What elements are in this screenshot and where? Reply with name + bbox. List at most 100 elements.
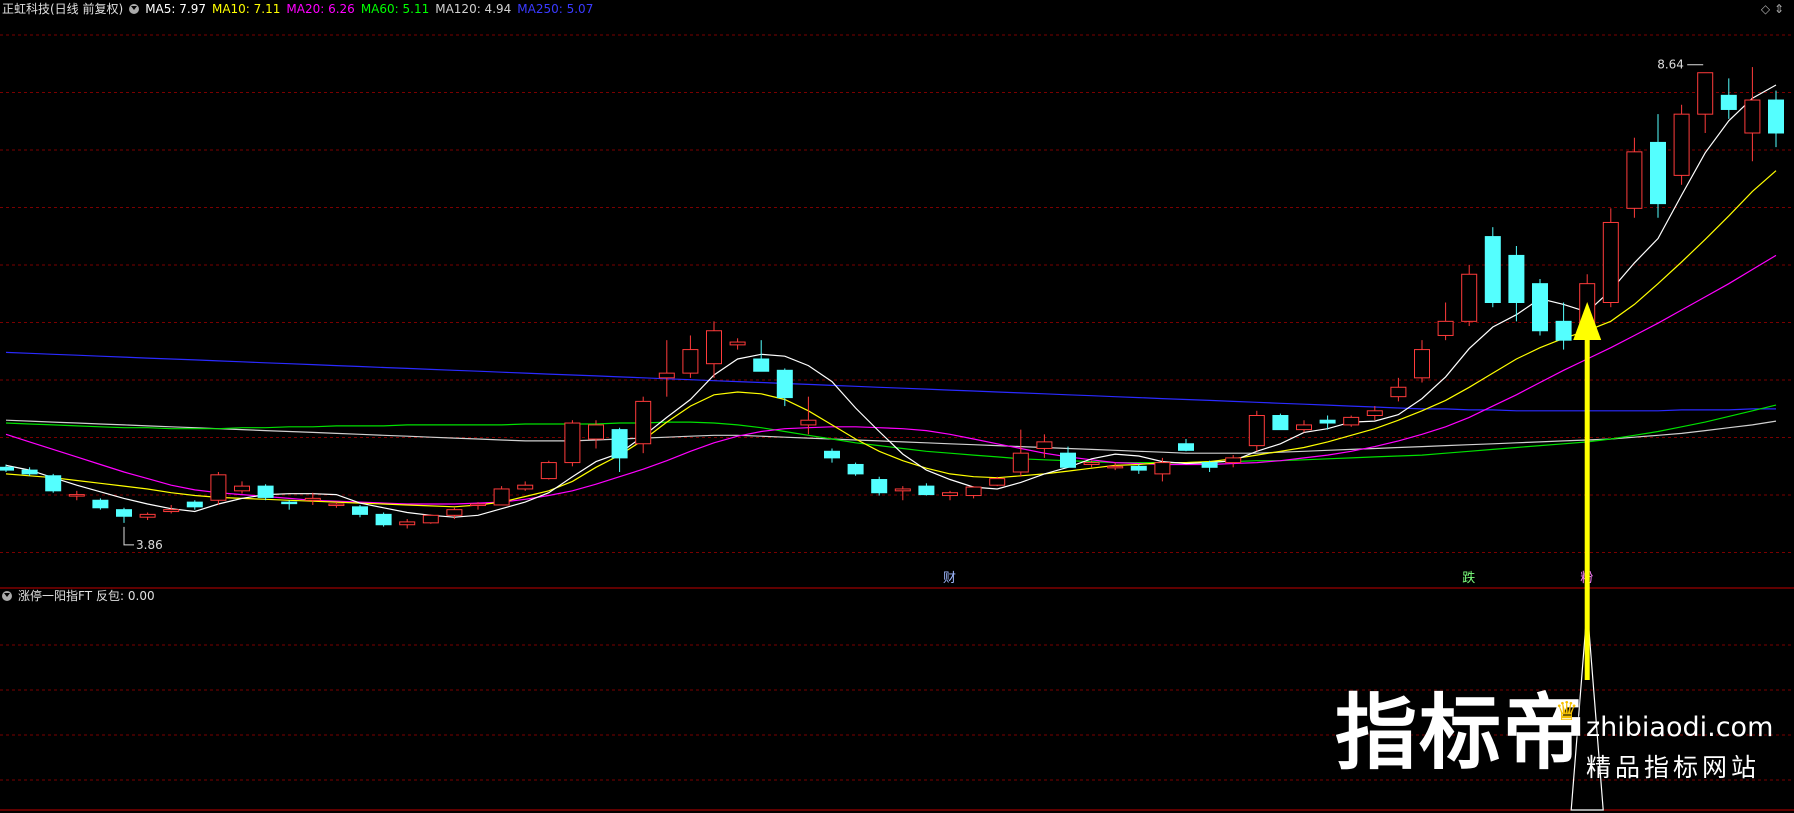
- candle-down: [918, 485, 935, 496]
- candle-up: [1626, 151, 1643, 209]
- candle-down: [352, 506, 368, 515]
- candle-up: [1697, 72, 1714, 115]
- candle-up: [1248, 415, 1265, 447]
- candle-up: [1107, 465, 1124, 469]
- candle-down: [1508, 254, 1525, 304]
- candle-up: [1437, 320, 1454, 336]
- candle-up: [1414, 349, 1430, 379]
- candle-up: [942, 492, 958, 497]
- candle-up: [729, 341, 746, 346]
- candle-up: [234, 485, 250, 492]
- diamond-icon[interactable]: ◇: [1761, 2, 1770, 16]
- candle-down: [1555, 320, 1572, 341]
- candle-down: [186, 501, 203, 508]
- candle-down: [847, 463, 864, 475]
- candle-up: [422, 514, 439, 524]
- ma10-line: [5, 170, 1777, 508]
- candle-up: [564, 422, 581, 464]
- main-chart-header: 正虹科技(日线 前复权) MA5: 7.97 MA10: 7.11 MA20: 6.2…: [2, 1, 599, 17]
- candle-down: [1319, 419, 1336, 424]
- ma250-label: MA250: 5.07: [517, 2, 594, 16]
- candle-up: [304, 497, 321, 501]
- candle-down: [824, 450, 840, 459]
- watermark-subtitle: 精品指标网站: [1586, 753, 1761, 782]
- candle-up: [493, 488, 510, 506]
- indicator-value: 反包: 0.00: [96, 589, 155, 603]
- candle-down: [1178, 443, 1194, 451]
- candle-up: [658, 372, 675, 379]
- watermark-url: zhibiaodi.com: [1586, 712, 1774, 743]
- candle-down: [611, 429, 628, 459]
- high-price-label: 8.64: [1657, 58, 1684, 72]
- candle-up: [1012, 452, 1029, 473]
- candle-up: [517, 484, 534, 490]
- candle-up: [1343, 416, 1360, 426]
- candle-down: [92, 499, 109, 509]
- candle-up: [1602, 221, 1619, 303]
- candle-up: [1390, 386, 1407, 398]
- ma120-label: MA120: 4.94: [435, 2, 512, 16]
- candle-up: [1296, 424, 1312, 431]
- candle-up: [989, 478, 1006, 486]
- candle-down: [1720, 94, 1737, 110]
- candle-down: [1272, 415, 1289, 431]
- candle-up: [399, 521, 416, 526]
- window-tools[interactable]: ◇ ⇕: [1761, 2, 1784, 16]
- candle-up: [635, 400, 652, 445]
- candle-down: [116, 509, 132, 517]
- ma250-line: [5, 351, 1776, 412]
- candle-down: [21, 469, 38, 475]
- candle-up: [1744, 99, 1761, 134]
- candle-down: [1130, 465, 1147, 471]
- stock-title[interactable]: 正虹科技(日线 前复权): [2, 2, 123, 16]
- chevron-down-icon[interactable]: [2, 591, 12, 601]
- candle-down: [1768, 99, 1784, 134]
- candle-up: [470, 503, 486, 507]
- candle-up: [588, 424, 604, 440]
- candle-down: [1484, 236, 1501, 303]
- low-pointer: [123, 526, 134, 546]
- candle-up: [894, 488, 911, 492]
- candle-down: [753, 358, 770, 372]
- indicator-title[interactable]: 涨停一阳指FT: [18, 589, 92, 603]
- candle-up: [682, 349, 699, 374]
- event-marker: 跌: [1462, 570, 1475, 586]
- ma60-label: MA60: 5.11: [360, 2, 430, 16]
- candle-up: [210, 474, 227, 501]
- candle-down: [776, 369, 793, 399]
- candle-up: [965, 486, 982, 497]
- watermark-logo: 指标帝: [1335, 686, 1588, 781]
- candle-up: [800, 419, 817, 426]
- candle-down: [375, 513, 392, 526]
- candle-down: [45, 475, 62, 492]
- candle-up: [68, 494, 85, 497]
- candle-down: [871, 479, 888, 494]
- candle-up: [1225, 457, 1242, 464]
- candle-down: [257, 485, 274, 498]
- candle-up: [139, 513, 156, 518]
- candle-down: [281, 501, 298, 505]
- ma60-line: [5, 404, 1777, 464]
- candle-up: [1154, 462, 1171, 475]
- candle-up: [1083, 462, 1100, 465]
- candle-down: [0, 466, 14, 471]
- candle-up: [1366, 410, 1383, 416]
- ma5-label: MA5: 7.97: [145, 2, 206, 16]
- crown-icon: ♛: [1555, 697, 1579, 727]
- event-marker: 财: [943, 571, 956, 586]
- candle-down: [1060, 452, 1076, 468]
- candle-up: [163, 509, 180, 513]
- expand-icon[interactable]: ⇕: [1774, 2, 1784, 16]
- chevron-down-icon[interactable]: [129, 4, 140, 14]
- candle-up: [1461, 273, 1478, 322]
- arrow-head: [1573, 302, 1602, 340]
- candle-down: [1532, 283, 1548, 332]
- ma20-label: MA20: 6.26: [286, 2, 355, 16]
- candle-down: [1201, 462, 1218, 468]
- sub-chart-header: 涨停一阳指FT 反包: 0.00: [2, 588, 161, 604]
- ma10-label: MA10: 7.11: [211, 2, 281, 16]
- chart-window: 8.643.86财跌粉 正虹科技(日线 前复权)MA5: 7.97MA10: 7…: [0, 0, 1794, 813]
- candle-down: [1650, 141, 1666, 205]
- candle-up: [540, 462, 557, 480]
- candle-up: [446, 509, 463, 516]
